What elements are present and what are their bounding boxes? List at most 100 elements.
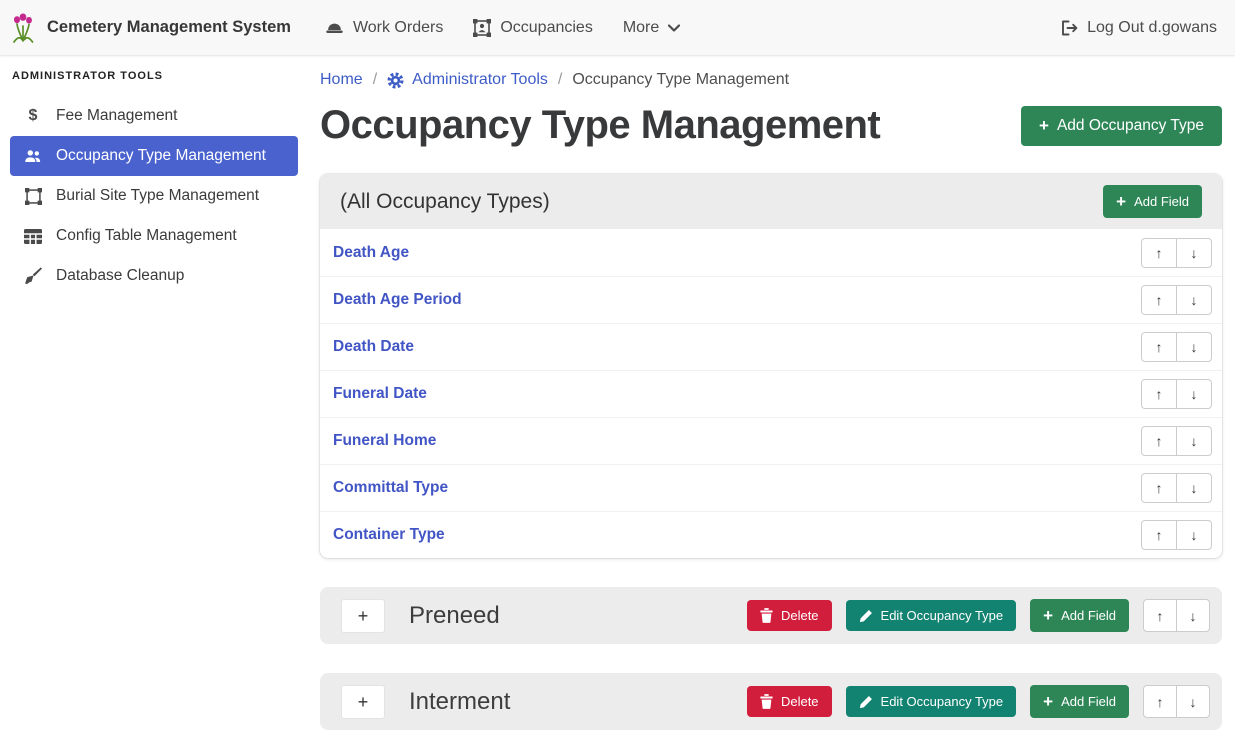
field-link[interactable]: Funeral Home [333,432,436,450]
plus-icon: + [1116,193,1126,210]
nav-more-label: More [623,19,659,37]
sign-out-icon [1060,20,1078,36]
edit-occupancy-type-label: Edit Occupancy Type [881,694,1004,709]
panel-header: (All Occupancy Types) + Add Field [320,174,1222,229]
reorder-button-group: ↑ ↓ [1141,379,1212,409]
logout-link[interactable]: Log Out d.gowans [1060,19,1217,37]
arrow-down-icon: ↓ [1191,386,1198,402]
move-down-button[interactable]: ↓ [1176,599,1210,632]
brand-link[interactable]: Cemetery Management System [10,13,291,43]
move-up-button[interactable]: ↑ [1141,520,1177,550]
add-occupancy-type-button[interactable]: + Add Occupancy Type [1021,106,1222,146]
move-up-button[interactable]: ↑ [1141,473,1177,503]
reorder-button-group: ↑ ↓ [1143,685,1210,718]
arrow-up-icon: ↑ [1156,480,1163,496]
sidebar-item-config-table-management[interactable]: Config Table Management [0,216,310,256]
table-icon [22,229,44,244]
panel-add-field-button[interactable]: + Add Field [1103,185,1202,218]
page-title: Occupancy Type Management [320,103,880,148]
arrow-down-icon: ↓ [1191,433,1198,449]
arrow-down-icon: ↓ [1191,292,1198,308]
top-navbar: Cemetery Management System Work Orders [0,0,1235,55]
section-add-field-button[interactable]: + Add Field [1030,599,1129,632]
pencil-icon [859,609,873,623]
field-link[interactable]: Death Age Period [333,291,462,309]
expand-section-button[interactable]: + [341,599,385,633]
move-down-button[interactable]: ↓ [1176,285,1212,315]
field-row: Death Date ↑ ↓ [320,323,1222,370]
arrow-down-icon: ↓ [1191,245,1198,261]
move-up-button[interactable]: ↑ [1143,685,1177,718]
move-down-button[interactable]: ↓ [1176,473,1212,503]
add-field-label: Add Field [1061,694,1116,709]
sidebar-item-fee-management[interactable]: $ Fee Management [0,96,310,136]
all-occupancy-types-panel: (All Occupancy Types) + Add Field Death … [320,174,1222,558]
nav-more[interactable]: More [623,19,680,37]
field-row: Committal Type ↑ ↓ [320,464,1222,511]
arrow-up-icon: ↑ [1156,339,1163,355]
field-link[interactable]: Container Type [333,526,445,544]
field-row: Funeral Date ↑ ↓ [320,370,1222,417]
edit-occupancy-type-button[interactable]: Edit Occupancy Type [846,686,1017,717]
section-add-field-button[interactable]: + Add Field [1030,685,1129,718]
occupancy-type-section: + Preneed Delete [320,587,1222,644]
plus-icon: + [1039,117,1049,134]
breadcrumb-home[interactable]: Home [320,71,363,89]
plus-icon: + [1043,607,1053,624]
move-down-button[interactable]: ↓ [1176,332,1212,362]
field-link[interactable]: Committal Type [333,479,448,497]
delete-occupancy-type-button[interactable]: Delete [747,686,832,717]
dollar-icon: $ [22,107,44,125]
nav-occupancies[interactable]: Occupancies [473,19,593,37]
arrow-down-icon: ↓ [1191,480,1198,496]
move-down-button[interactable]: ↓ [1176,426,1212,456]
sidebar-item-database-cleanup[interactable]: Database Cleanup [0,256,310,296]
breadcrumb-separator: / [558,71,562,89]
breadcrumb-administrator-tools[interactable]: Administrator Tools [387,71,548,89]
sidebar-item-burial-site-type-management[interactable]: Burial Site Type Management [0,176,310,216]
move-down-button[interactable]: ↓ [1176,685,1210,718]
arrow-down-icon: ↓ [1190,608,1197,624]
arrow-down-icon: ↓ [1191,339,1198,355]
move-down-button[interactable]: ↓ [1176,379,1212,409]
field-row: Death Age ↑ ↓ [320,229,1222,276]
gear-icon [387,72,404,89]
arrow-up-icon: ↑ [1156,433,1163,449]
move-down-button[interactable]: ↓ [1176,520,1212,550]
move-up-button[interactable]: ↑ [1141,285,1177,315]
field-link[interactable]: Funeral Date [333,385,427,403]
sidebar-item-occupancy-type-management[interactable]: Occupancy Type Management [10,136,298,176]
tulip-logo-icon [10,13,36,43]
section-title: Preneed [409,602,733,630]
breadcrumb-administrator-tools-label: Administrator Tools [412,71,548,89]
field-link[interactable]: Death Date [333,338,414,356]
edit-occupancy-type-button[interactable]: Edit Occupancy Type [846,600,1017,631]
sidebar-item-label: Fee Management [56,107,178,125]
field-row: Funeral Home ↑ ↓ [320,417,1222,464]
nav-work-orders[interactable]: Work Orders [325,19,443,37]
plus-icon: + [1043,693,1053,710]
hard-hat-icon [325,20,344,35]
reorder-button-group: ↑ ↓ [1143,599,1210,632]
move-up-button[interactable]: ↑ [1141,426,1177,456]
logout-label: Log Out d.gowans [1087,19,1217,37]
delete-occupancy-type-button[interactable]: Delete [747,600,832,631]
sidebar-item-label: Database Cleanup [56,267,184,285]
nav-work-orders-label: Work Orders [353,19,443,37]
arrow-up-icon: ↑ [1156,527,1163,543]
page-header: Occupancy Type Management + Add Occupanc… [320,103,1222,148]
move-up-button[interactable]: ↑ [1141,238,1177,268]
field-link[interactable]: Death Age [333,244,409,262]
expand-section-button[interactable]: + [341,685,385,719]
panel-title: (All Occupancy Types) [340,190,550,214]
breadcrumb-separator: / [373,71,377,89]
trash-icon [760,608,773,623]
move-up-button[interactable]: ↑ [1141,379,1177,409]
frame-icon [22,188,44,205]
trash-icon [760,694,773,709]
move-up-button[interactable]: ↑ [1141,332,1177,362]
arrow-up-icon: ↑ [1157,608,1164,624]
pencil-icon [859,695,873,709]
move-up-button[interactable]: ↑ [1143,599,1177,632]
move-down-button[interactable]: ↓ [1176,238,1212,268]
